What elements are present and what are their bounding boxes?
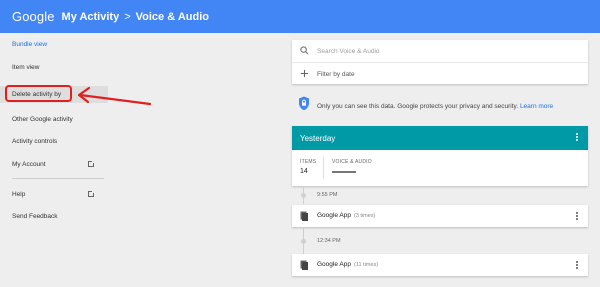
column-divider	[323, 157, 324, 179]
search-placeholder: Search Voice & Audio	[317, 47, 380, 55]
activity-count: (11 times)	[353, 262, 379, 268]
more-options-icon[interactable]	[576, 261, 578, 270]
document-icon	[300, 211, 308, 221]
document-icon	[300, 260, 308, 270]
shield-lock-icon	[299, 96, 309, 111]
timeline-time: 9:55 PM	[317, 192, 338, 198]
sidebar-item-label: Item view	[12, 63, 40, 71]
sidebar-item-label: My Account	[12, 160, 46, 168]
activity-app-name: Google App	[317, 261, 351, 268]
annotation-arrow-icon	[77, 86, 152, 106]
search-input[interactable]: Search Voice & Audio	[292, 40, 588, 62]
annotation-highlight-box	[5, 85, 72, 102]
product-label: VOICE & AUDIO	[332, 159, 372, 165]
bundle-card: Yesterday ITEMS 14 VOICE & AUDIO	[292, 126, 588, 186]
timeline-time: 12:34 PM	[317, 238, 341, 244]
bundle-header: Yesterday	[292, 126, 588, 150]
external-link-icon	[88, 160, 95, 167]
search-icon	[300, 46, 309, 55]
privacy-text: Only you can see this data. Google prote…	[317, 102, 519, 110]
product-bar	[332, 171, 356, 173]
timeline-dot	[301, 193, 306, 198]
learn-more-link[interactable]: Learn more	[520, 103, 553, 110]
sidebar-item-help[interactable]: Help	[0, 185, 108, 203]
page-subtitle: Voice & Audio	[135, 10, 209, 23]
sidebar-item-bundle-view[interactable]: Bundle view	[0, 35, 108, 53]
bundle-title: Yesterday	[300, 133, 336, 143]
breadcrumb-separator-icon: >	[124, 10, 131, 23]
sidebar-item-activity-controls[interactable]: Activity controls	[0, 132, 108, 150]
sidebar-item-other-google-activity[interactable]: Other Google activity	[0, 110, 108, 128]
activity-count: (3 times)	[353, 213, 376, 219]
sidebar-item-label: Help	[12, 190, 26, 198]
plus-icon	[300, 69, 309, 78]
filter-by-date-label: Filter by date	[317, 70, 355, 78]
more-options-icon[interactable]	[576, 212, 578, 221]
external-link-icon	[88, 190, 95, 197]
activity-entry[interactable]: Google App (11 times)	[292, 254, 588, 276]
privacy-notice: Only you can see this data. Google prote…	[292, 96, 588, 116]
sidebar-item-label: Other Google activity	[12, 115, 73, 123]
sidebar-item-send-feedback[interactable]: Send Feedback	[0, 207, 108, 225]
more-options-icon[interactable]	[576, 133, 578, 142]
items-label: ITEMS	[300, 159, 317, 165]
sidebar-item-label: Send Feedback	[12, 212, 58, 220]
app-header: Google My Activity > Voice & Audio	[0, 0, 600, 33]
filter-by-date-button[interactable]: Filter by date	[292, 63, 588, 85]
timeline-dot	[301, 239, 306, 244]
activity-app-name: Google App	[317, 212, 351, 219]
sidebar-item-item-view[interactable]: Item view	[0, 58, 108, 76]
sidebar-item-label: Activity controls	[12, 137, 58, 145]
sidebar-item-label: Bundle view	[12, 40, 48, 48]
search-card: Search Voice & Audio Filter by date	[292, 40, 588, 84]
activity-entry[interactable]: Google App (3 times)	[292, 205, 588, 227]
items-count: 14	[300, 168, 308, 175]
page-title[interactable]: My Activity	[62, 11, 120, 23]
sidebar-item-my-account[interactable]: My Account	[0, 155, 108, 173]
sidebar-divider	[12, 178, 104, 179]
google-logo[interactable]: Google	[12, 9, 55, 24]
